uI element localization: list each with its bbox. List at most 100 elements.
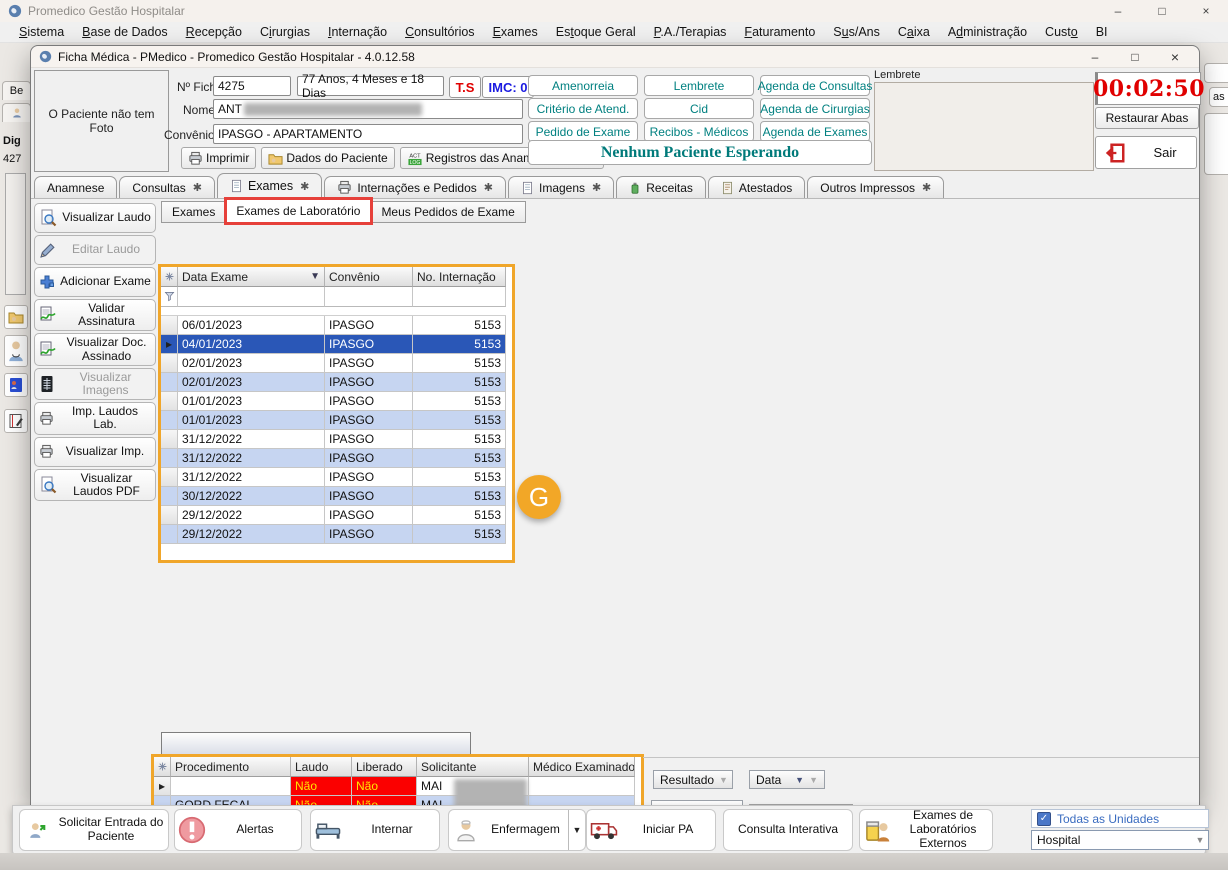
consulta-interativa-button[interactable]: Consulta Interativa: [723, 809, 853, 851]
folder-person-icon[interactable]: [4, 305, 28, 329]
subtab-exames-de-laborat-rio[interactable]: Exames de Laboratório: [226, 199, 371, 223]
table-row[interactable]: 31/12/2022IPASGO5153: [161, 430, 506, 449]
tab-outros-impressos[interactable]: Outros Impressos✱: [807, 176, 944, 198]
solicitar-entrada-do-paciente-button[interactable]: Solicitar Entrada do Paciente: [19, 809, 169, 851]
close-tab-icon[interactable]: ✱: [193, 181, 202, 194]
subtab-exames[interactable]: Exames: [161, 201, 226, 223]
ts-badge[interactable]: T.S: [449, 76, 481, 98]
filter-row[interactable]: [161, 287, 506, 307]
alertas-button[interactable]: Alertas: [174, 809, 302, 851]
internar-button[interactable]: Internar: [310, 809, 440, 851]
minimize-icon[interactable]: –: [1096, 0, 1140, 22]
table-row[interactable]: 29/12/2022IPASGO5153: [161, 525, 506, 544]
menu-exames[interactable]: Exames: [484, 23, 547, 41]
background-tab-person[interactable]: [2, 103, 31, 122]
imprimir-button[interactable]: Imprimir: [181, 147, 256, 169]
table-row[interactable]: 29/12/2022IPASGO5153: [161, 506, 506, 525]
close-tab-icon[interactable]: ✱: [484, 181, 493, 194]
cid-button[interactable]: Cid: [644, 98, 754, 119]
agenda-de-consultas-button[interactable]: Agenda de Consultas: [760, 75, 870, 96]
visualizar-laudo-button[interactable]: Visualizar Laudo: [34, 203, 156, 233]
notepad-pencil-icon[interactable]: [4, 409, 28, 433]
menu-sus-ans[interactable]: Sus/Ans: [824, 23, 889, 41]
lembrete-button[interactable]: Lembrete: [644, 75, 754, 96]
tab-atestados[interactable]: Atestados: [708, 176, 805, 198]
maximize-icon[interactable]: □: [1140, 0, 1184, 22]
pedido-de-exame-button[interactable]: Pedido de Exame: [528, 121, 638, 142]
imp-laudos-lab--button[interactable]: Imp. Laudos Lab.: [34, 402, 156, 434]
restaurar-abas-button[interactable]: Restaurar Abas: [1095, 107, 1199, 129]
exames-de-laborat-rios-externos-button[interactable]: Exames de Laboratórios Externos: [859, 809, 993, 851]
window-titlebar[interactable]: Ficha Médica - PMedico - Promedico Gestã…: [31, 46, 1199, 68]
tab-receitas[interactable]: Receitas: [616, 176, 706, 198]
tab-imagens[interactable]: Imagens✱: [508, 176, 614, 198]
menu-base-de-dados[interactable]: Base de Dados: [73, 23, 176, 41]
lembrete-panel[interactable]: [874, 82, 1094, 171]
column-header-laudo[interactable]: Laudo: [291, 757, 352, 777]
table-row[interactable]: 30/12/2022IPASGO5153: [161, 487, 506, 506]
agenda-de-exames-button[interactable]: Agenda de Exames: [760, 121, 870, 142]
table-row[interactable]: 02/01/2023IPASGO5153: [161, 373, 506, 392]
minimize-icon[interactable]: –: [1075, 46, 1115, 68]
enfermagem-button[interactable]: Enfermagem▼: [448, 809, 586, 851]
recibos-m-dicos-button[interactable]: Recibos - Médicos: [644, 121, 754, 142]
table-row[interactable]: 02/01/2023IPASGO5153: [161, 354, 506, 373]
sair-button[interactable]: Sair: [1095, 136, 1197, 169]
menu-caixa[interactable]: Caixa: [889, 23, 939, 41]
pivot-data-button[interactable]: Data ▼ ▼: [749, 770, 825, 789]
column-header-procedimento[interactable]: Procedimento: [171, 757, 291, 777]
column-header-solicitante[interactable]: Solicitante: [417, 757, 529, 777]
pivot-resultado-button[interactable]: Resultado ▼: [653, 770, 733, 789]
filter-cell[interactable]: [178, 287, 325, 307]
tab-anamnese[interactable]: Anamnese: [34, 176, 117, 198]
visualizar-laudos-pdf-button[interactable]: Visualizar Laudos PDF: [34, 469, 156, 501]
menu-faturamento[interactable]: Faturamento: [735, 23, 824, 41]
group-by-box[interactable]: [161, 732, 471, 756]
todas-unidades-checkbox[interactable]: ✓ Todas as Unidades: [1031, 809, 1209, 828]
column-header-no-interna-o[interactable]: No. Internação: [413, 267, 506, 287]
imc-badge[interactable]: IMC: 0: [482, 76, 534, 98]
adicionar-exame-button[interactable]: Adicionar Exame: [34, 267, 156, 297]
nome-input[interactable]: ANT: [213, 99, 523, 119]
close-tab-icon[interactable]: ✱: [592, 181, 601, 194]
visualizar-imp--button[interactable]: Visualizar Imp.: [34, 437, 156, 467]
filter-cell[interactable]: [413, 287, 506, 307]
filter-cell[interactable]: [325, 287, 413, 307]
ficha-input[interactable]: 4275: [213, 76, 291, 96]
amenorreia-button[interactable]: Amenorreia: [528, 75, 638, 96]
table-row[interactable]: 06/01/2023IPASGO5153: [161, 316, 506, 335]
iniciar-pa-button[interactable]: Iniciar PA: [586, 809, 716, 851]
menu-p-a-terapias[interactable]: P.A./Terapias: [645, 23, 736, 41]
menu-interna-o[interactable]: Internação: [319, 23, 396, 41]
doctor-icon[interactable]: [4, 335, 28, 367]
column-header-data-exame[interactable]: Data Exame▼: [178, 267, 325, 287]
menu-consult-rios[interactable]: Consultórios: [396, 23, 483, 41]
address-book-icon[interactable]: [4, 373, 28, 397]
visualizar-doc-assinado-button[interactable]: Visualizar Doc. Assinado: [34, 333, 156, 365]
table-row[interactable]: 01/01/2023IPASGO5153: [161, 392, 506, 411]
table-row[interactable]: 01/01/2023IPASGO5153: [161, 411, 506, 430]
menu-estoque-geral[interactable]: Estoque Geral: [547, 23, 645, 41]
menu-sistema[interactable]: Sistema: [10, 23, 73, 41]
column-header-m-dico-examinador[interactable]: Médico Examinador: [529, 757, 635, 777]
dados-do-paciente-button[interactable]: Dados do Paciente: [261, 147, 394, 169]
menu-administra-o[interactable]: Administração: [939, 23, 1036, 41]
subtab-meus-pedidos-de-exame[interactable]: Meus Pedidos de Exame: [371, 201, 525, 223]
table-row[interactable]: 31/12/2022IPASGO5153: [161, 468, 506, 487]
table-row[interactable]: ▸NãoNãoMAI: [154, 777, 635, 796]
menu-recep-o[interactable]: Recepção: [177, 23, 251, 41]
table-row[interactable]: 31/12/2022IPASGO5153: [161, 449, 506, 468]
dropdown-arrow-icon[interactable]: ▼: [568, 810, 585, 850]
convenio-input[interactable]: IPASGO - APARTAMENTO: [213, 124, 523, 144]
close-tab-icon[interactable]: ✱: [300, 180, 309, 193]
crit-rio-de-atend--button[interactable]: Critério de Atend.: [528, 98, 638, 119]
menu-bi[interactable]: BI: [1087, 23, 1117, 41]
menu-custo[interactable]: Custo: [1036, 23, 1087, 41]
maximize-icon[interactable]: □: [1115, 46, 1155, 68]
close-icon[interactable]: ×: [1155, 46, 1195, 68]
column-header-conv-nio[interactable]: Convênio: [325, 267, 413, 287]
close-icon[interactable]: ×: [1184, 0, 1228, 22]
validar-assinatura-button[interactable]: Validar Assinatura: [34, 299, 156, 331]
unidade-select[interactable]: Hospital ▼: [1031, 830, 1209, 850]
column-header-liberado[interactable]: Liberado: [352, 757, 417, 777]
